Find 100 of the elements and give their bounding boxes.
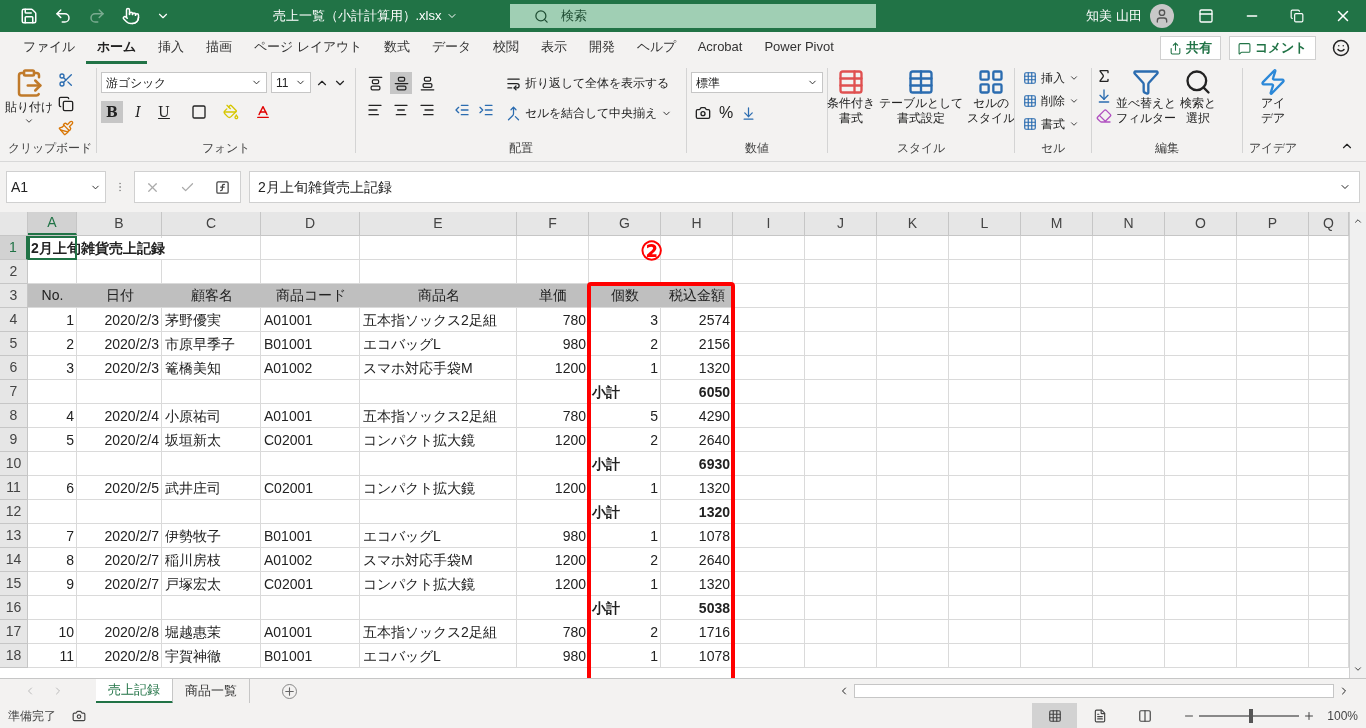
column-header[interactable]: L — [949, 212, 1021, 235]
font-style-button[interactable]: U — [153, 101, 175, 123]
avatar-icon[interactable] — [1150, 4, 1174, 28]
editing-button[interactable]: 並べ替えと フィルター — [1116, 68, 1176, 126]
number-format-field[interactable]: 標準 — [691, 72, 823, 93]
smiley-icon[interactable] — [1332, 39, 1350, 57]
column-header[interactable]: E — [360, 212, 517, 235]
column-header[interactable]: A — [28, 212, 77, 235]
row-header[interactable]: 13 — [0, 524, 28, 548]
column-header[interactable]: F — [517, 212, 589, 235]
undo-icon[interactable] — [54, 7, 72, 25]
copy-icon[interactable] — [58, 96, 74, 112]
column-header[interactable]: B — [77, 212, 162, 235]
zoom-thumb[interactable] — [1249, 708, 1254, 723]
paste-button[interactable]: 貼り付け — [4, 68, 54, 139]
vertical-align-button[interactable] — [390, 72, 412, 94]
align-right-icon[interactable] — [419, 102, 435, 118]
column-header[interactable]: P — [1237, 212, 1309, 235]
autosum-icon[interactable] — [1096, 68, 1112, 84]
font-color-icon[interactable] — [255, 104, 271, 120]
merge-center-button[interactable]: セルを結合して中央揃え — [506, 102, 672, 124]
ribbon-tab[interactable]: 数式 — [372, 32, 421, 64]
row-header[interactable]: 5 — [0, 332, 28, 356]
row-header[interactable]: 2 — [0, 260, 28, 284]
column-header[interactable]: O — [1165, 212, 1237, 235]
font-style-button[interactable]: B — [101, 101, 123, 123]
row-header[interactable]: 11 — [0, 476, 28, 500]
column-header[interactable]: C — [162, 212, 261, 235]
search-field[interactable]: 検索 — [510, 4, 876, 28]
percent-button[interactable]: % — [719, 101, 734, 125]
ribbon-tab[interactable]: ホーム — [86, 32, 147, 64]
ribbon-tab[interactable]: Acrobat — [686, 32, 754, 64]
column-header[interactable]: D — [261, 212, 360, 235]
row-header[interactable]: 7 — [0, 380, 28, 404]
ribbon-tab[interactable]: 描画 — [195, 32, 243, 64]
ribbon-tab[interactable]: 表示 — [529, 32, 578, 64]
ribbon-tab[interactable]: ページ レイアウト — [243, 32, 373, 64]
indent-increase-icon[interactable] — [478, 102, 494, 118]
scroll-up-icon[interactable] — [1353, 216, 1363, 226]
cell-command-button[interactable]: 挿入 — [1023, 68, 1083, 88]
zoom-in-icon[interactable] — [1303, 709, 1316, 722]
name-box[interactable]: A1 — [6, 171, 106, 203]
font-name-field[interactable]: 游ゴシック — [101, 72, 267, 93]
column-header[interactable]: H — [661, 212, 733, 235]
touch-mode-icon[interactable] — [122, 7, 140, 25]
row-header[interactable]: 10 — [0, 452, 28, 476]
eraser-icon[interactable] — [1096, 108, 1112, 124]
ribbon-tab[interactable]: 挿入 — [147, 32, 195, 64]
column-header[interactable]: K — [877, 212, 949, 235]
cut-icon[interactable] — [58, 72, 74, 88]
comment-button[interactable]: コメント — [1229, 36, 1316, 60]
row-header[interactable]: 9 — [0, 428, 28, 452]
align-left-icon[interactable] — [367, 102, 383, 118]
font-size-field[interactable]: 11 — [271, 72, 311, 93]
ribbon-tab[interactable]: 開発 — [577, 32, 626, 64]
row-header[interactable]: 18 — [0, 644, 28, 668]
align-center-icon[interactable] — [393, 102, 409, 118]
indent-decrease-icon[interactable] — [454, 102, 470, 118]
format-painter-icon[interactable] — [58, 120, 74, 136]
save-icon[interactable] — [20, 7, 38, 25]
fill-color-icon[interactable] — [223, 104, 239, 120]
function-icon[interactable] — [215, 179, 230, 195]
row-header[interactable]: 1 — [0, 236, 28, 260]
row-header[interactable]: 16 — [0, 596, 28, 620]
horizontal-scrollbar[interactable] — [854, 684, 1334, 698]
column-header[interactable]: M — [1021, 212, 1093, 235]
row-header[interactable]: 12 — [0, 500, 28, 524]
column-header[interactable]: J — [805, 212, 877, 235]
row-header[interactable]: 14 — [0, 548, 28, 572]
cell-command-button[interactable]: 削除 — [1023, 91, 1083, 111]
style-button[interactable]: 条件付き 書式 — [827, 68, 875, 126]
ribbon-tab[interactable]: ヘルプ — [625, 32, 687, 64]
ribbon-tab[interactable]: Power Pivot — [753, 32, 845, 64]
formula-field[interactable]: 2月上旬雑貨売上記録 — [249, 171, 1360, 203]
ribbon-tab[interactable]: データ — [420, 32, 482, 64]
ribbon-display-icon[interactable] — [1198, 8, 1214, 24]
view-button[interactable] — [1032, 703, 1078, 728]
border-icon[interactable] — [191, 104, 207, 120]
font-style-button[interactable]: I — [127, 101, 149, 123]
column-header[interactable]: I — [733, 212, 805, 235]
scroll-down-icon[interactable] — [1353, 664, 1363, 674]
ribbon-tab[interactable]: 校閲 — [481, 32, 530, 64]
editing-button[interactable]: 検索と 選択 — [1180, 68, 1216, 126]
zoom-level[interactable]: 100% — [1327, 706, 1358, 725]
cell-command-button[interactable]: 書式 — [1023, 114, 1083, 134]
row-header[interactable]: 15 — [0, 572, 28, 596]
row-header[interactable]: 8 — [0, 404, 28, 428]
share-button[interactable]: 共有 — [1160, 36, 1221, 60]
ribbon-tab[interactable]: ファイル — [12, 32, 86, 64]
wrap-text-button[interactable]: 折り返して全体を表示する — [506, 72, 672, 94]
sheet-tab[interactable]: 売上記録 — [96, 678, 173, 704]
row-header[interactable]: 17 — [0, 620, 28, 644]
restore-icon[interactable] — [1290, 9, 1304, 23]
row-header[interactable]: 3 — [0, 284, 28, 308]
fill-icon[interactable] — [1096, 88, 1112, 104]
style-button[interactable]: テーブルとして 書式設定 — [879, 68, 963, 126]
row-header[interactable]: 6 — [0, 356, 28, 380]
column-header[interactable]: G — [589, 212, 661, 235]
style-button[interactable]: セルの スタイル — [967, 68, 1015, 126]
column-header[interactable]: N — [1093, 212, 1165, 235]
